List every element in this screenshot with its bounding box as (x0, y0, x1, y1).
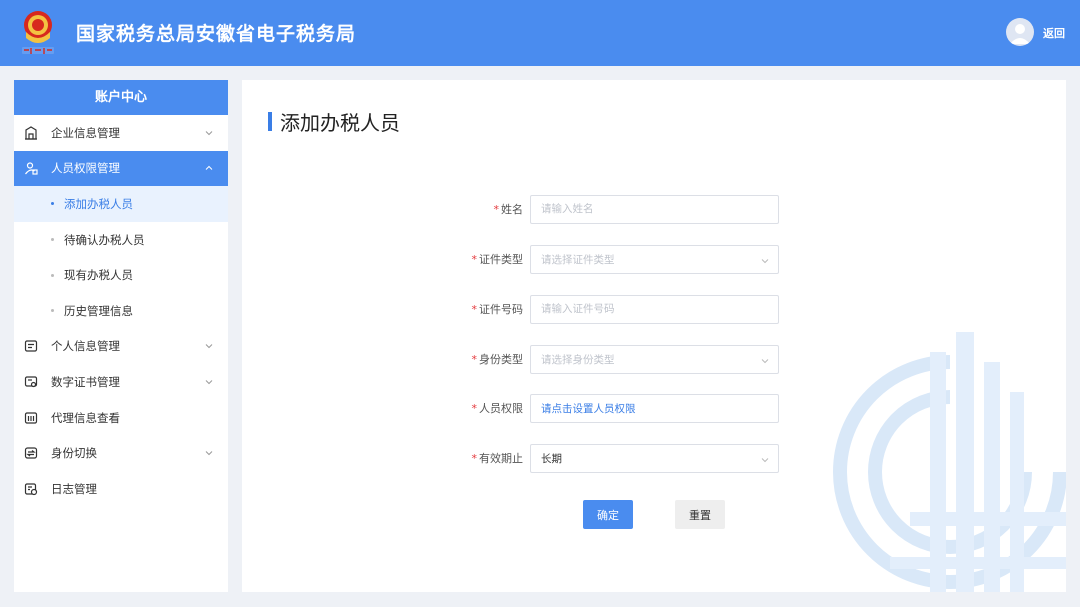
building-icon (23, 125, 39, 141)
id-type-select[interactable]: 请选择证件类型 (530, 244, 779, 274)
log-icon (23, 481, 39, 497)
chevron-down-icon (761, 457, 769, 462)
profile-card-icon (23, 338, 39, 354)
sidebar: 账户中心 企业信息管理 人员权限管理 添加办税人员 待确认办税人员 现有办税人员… (14, 80, 228, 592)
chevron-down-icon (761, 258, 769, 263)
name-input[interactable] (541, 203, 761, 215)
confirm-button[interactable]: 确定 (583, 500, 633, 529)
sidebar-item-label: 人员权限管理 (51, 161, 120, 176)
chevron-down-icon (205, 130, 213, 136)
form-row-id-number: * 证件号码 (442, 294, 779, 324)
form-row-identity-type: * 身份类型 请选择身份类型 (442, 344, 779, 374)
sidebar-subitem-history[interactable]: 历史管理信息 (14, 293, 228, 329)
form-row-name: * 姓名 (442, 194, 779, 224)
sidebar-item-personal-info[interactable]: 个人信息管理 (14, 329, 228, 365)
identity-type-label: * 身份类型 (471, 353, 524, 366)
form-row-validity: * 有效期止 长期 (442, 443, 779, 473)
tax-emblem-logo (19, 8, 57, 56)
sidebar-item-identity-switch[interactable]: 身份切换 (14, 435, 228, 471)
sidebar-item-label: 个人信息管理 (51, 339, 120, 354)
bullet-dot (51, 273, 54, 277)
id-number-label: * 证件号码 (471, 303, 524, 316)
page-title-wrap: 添加办税人员 (268, 110, 400, 135)
bullet-dot (51, 238, 54, 242)
sidebar-item-label: 代理信息查看 (51, 410, 120, 425)
sidebar-subitem-add-tax-personnel[interactable]: 添加办税人员 (14, 186, 228, 222)
user-lock-icon (23, 160, 39, 176)
chevron-down-icon (205, 380, 213, 385)
id-number-field[interactable] (530, 294, 779, 324)
title-accent-bar (268, 111, 272, 131)
chevron-down-icon (205, 451, 213, 456)
switch-icon (23, 445, 39, 461)
name-label: * 姓名 (493, 203, 524, 216)
tax-emblem-watermark (833, 332, 1066, 592)
sidebar-item-label: 身份切换 (51, 446, 97, 461)
sidebar-item-label: 企业信息管理 (51, 125, 120, 140)
identity-type-select[interactable]: 请选择身份类型 (530, 344, 779, 374)
sidebar-item-log-management[interactable]: 日志管理 (14, 471, 228, 507)
sidebar-subitem-label: 历史管理信息 (64, 303, 133, 318)
sidebar-subitem-pending-personnel[interactable]: 待确认办税人员 (14, 222, 228, 258)
chevron-up-icon (205, 166, 213, 171)
sidebar-header: 账户中心 (14, 80, 228, 115)
page-title: 添加办税人员 (280, 110, 400, 135)
sidebar-subitem-existing-personnel[interactable]: 现有办税人员 (14, 257, 228, 293)
sidebar-item-personnel-permissions[interactable]: 人员权限管理 (14, 150, 228, 187)
sidebar-item-digital-certificate[interactable]: 数字证书管理 (14, 364, 228, 400)
set-permission-link[interactable]: 请点击设置人员权限 (541, 401, 636, 416)
sidebar-item-label: 日志管理 (51, 481, 97, 496)
name-field[interactable] (530, 194, 779, 224)
main-content: 添加办税人员 *姓名 *证件类型 请选择证件类型 *证件号码 *身份类型 请选择… (242, 80, 1066, 592)
site-title: 国家税务总局安徽省电子税务局 (76, 23, 357, 45)
id-type-placeholder: 请选择证件类型 (541, 253, 615, 266)
form-row-permission: * 人员权限 请点击设置人员权限 (442, 393, 779, 423)
permission-field[interactable]: 请点击设置人员权限 (530, 393, 779, 423)
sidebar-item-label: 数字证书管理 (51, 374, 120, 389)
form-row-id-type: * 证件类型 请选择证件类型 (442, 244, 779, 274)
validity-label: * 有效期止 (471, 452, 524, 465)
bullet-dot (51, 309, 54, 313)
identity-type-placeholder: 请选择身份类型 (541, 353, 615, 366)
id-number-input[interactable] (541, 303, 761, 315)
certificate-icon (23, 374, 39, 390)
chevron-down-icon (761, 358, 769, 363)
sidebar-subitem-label: 待确认办税人员 (64, 232, 145, 247)
chevron-down-icon (205, 344, 213, 349)
sidebar-item-agent-info[interactable]: 代理信息查看 (14, 400, 228, 436)
sidebar-item-enterprise-info[interactable]: 企业信息管理 (14, 115, 228, 151)
back-link[interactable]: 返回 (1043, 25, 1065, 41)
reset-button[interactable]: 重置 (675, 500, 725, 529)
bullet-dot (51, 202, 54, 206)
sidebar-subitem-label: 添加办税人员 (64, 196, 133, 211)
validity-value: 长期 (541, 452, 562, 465)
user-avatar-icon[interactable] (1006, 18, 1034, 46)
permission-label: * 人员权限 (471, 402, 524, 415)
agent-icon (23, 410, 39, 426)
sidebar-subitem-label: 现有办税人员 (64, 268, 133, 283)
top-bar: 国家税务总局安徽省电子税务局 返回 (0, 0, 1080, 66)
id-type-label: * 证件类型 (471, 253, 524, 266)
validity-select[interactable]: 长期 (530, 443, 779, 473)
